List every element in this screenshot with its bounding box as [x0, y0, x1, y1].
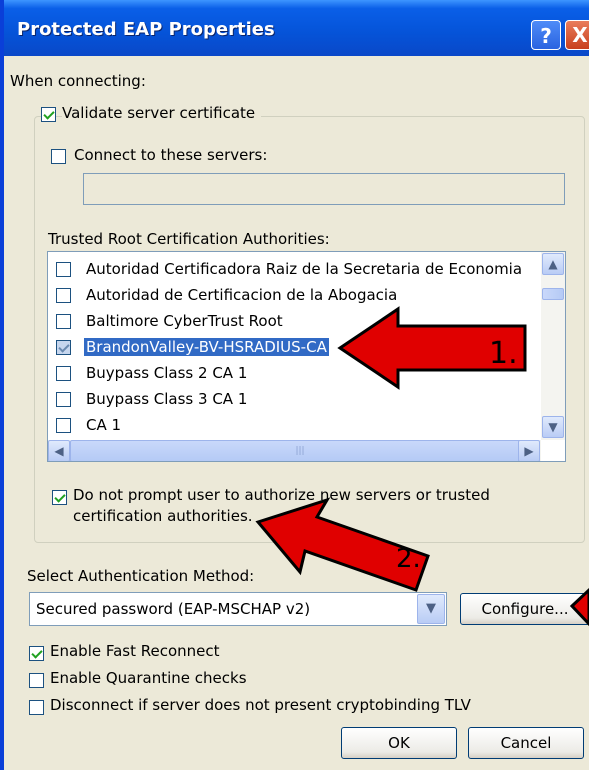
annotation-overlay — [255, 306, 589, 627]
annotation-label-2: 2. — [396, 544, 421, 574]
annotation-arrow-3-icon — [569, 587, 589, 627]
annotation-label-1: 1. — [489, 336, 518, 371]
